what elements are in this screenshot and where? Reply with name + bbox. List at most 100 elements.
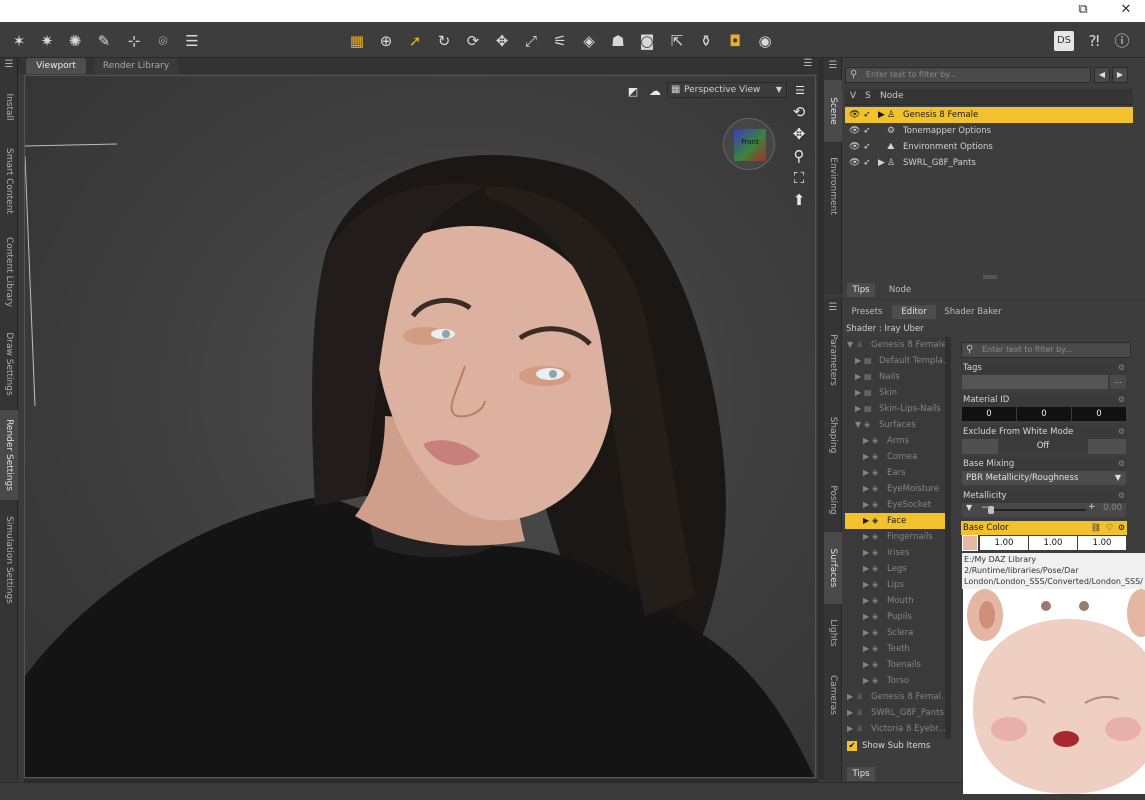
tab-editor[interactable]: Editor <box>892 305 936 319</box>
node-add-icon[interactable]: ⊹ <box>123 30 145 52</box>
show-sub-items-checkbox[interactable]: ✔ <box>847 741 857 751</box>
zoom-icon[interactable]: ⚲ <box>789 146 809 166</box>
surface-tree-item[interactable]: ▶ ◈ Torso <box>845 673 945 689</box>
surface-tree-item[interactable]: ▶ ◈ Fingernails <box>845 529 945 545</box>
expand-arrow-icon[interactable]: ▶ <box>863 561 869 577</box>
scene-row[interactable]: 👁 ➶ ▶ ♙ SWRL_G8F_Pants <box>845 155 1133 171</box>
scale-icon[interactable]: ⤢ <box>520 30 542 52</box>
surface-tree-item[interactable]: ▶ ▤ Nails <box>845 369 945 385</box>
select-arrow-icon[interactable]: ➶ <box>863 123 871 139</box>
surface-tree-item[interactable]: ▶ ▤ Default Templa... <box>845 353 945 369</box>
surface-tree-item[interactable]: ▶ ♙ Genesis 8 Femal... <box>845 689 945 705</box>
rotate-view-icon[interactable]: ↻ <box>433 30 455 52</box>
expand-arrow-icon[interactable]: ▶ <box>863 433 869 449</box>
col-selectable[interactable]: S <box>865 91 871 101</box>
tab-tips[interactable]: Tips <box>847 283 875 297</box>
scene-filter-input[interactable]: ⚲ Enter text to filter by... <box>845 67 1091 83</box>
light-toggle-icon[interactable]: ☁ <box>645 81 665 101</box>
gear-icon[interactable]: ⚙ <box>1118 457 1125 471</box>
col-node[interactable]: Node <box>880 91 904 101</box>
tab-presets[interactable]: Presets <box>845 305 889 319</box>
tags-field[interactable] <box>962 375 1108 389</box>
base-mixing-select[interactable]: PBR Metallicity/Roughness ▼ <box>962 471 1126 485</box>
expand-arrow-icon[interactable]: ▶ <box>863 481 869 497</box>
help-circle-icon[interactable]: ⓘ <box>1111 30 1133 52</box>
expand-arrow-icon[interactable]: ▶ <box>863 529 869 545</box>
expand-arrow-icon[interactable]: ▶ <box>863 673 869 689</box>
col-visible[interactable]: V <box>850 91 856 101</box>
eye-icon[interactable]: 👁 <box>849 107 860 123</box>
metallicity-slider[interactable]: ▼ − + 0.00 <box>962 502 1126 517</box>
eye-icon[interactable]: 👁 <box>849 155 860 171</box>
scene-pane-menu-icon[interactable]: ☰ <box>824 58 842 74</box>
node-pointer-icon[interactable]: ⇱ <box>666 30 688 52</box>
expand-arrow-icon[interactable]: ▶ <box>847 689 853 705</box>
universal-move-icon[interactable]: ⊕ <box>375 30 397 52</box>
expand-arrow-icon[interactable]: ▶ <box>863 657 869 673</box>
material-id-b[interactable]: 0 <box>1072 407 1126 421</box>
select-arrow-icon[interactable]: ➶ <box>863 107 871 123</box>
select-arrow-icon[interactable]: ➶ <box>863 139 871 155</box>
expand-arrow-icon[interactable]: ▶ <box>855 401 861 417</box>
surface-tree-item[interactable]: ▶ ◈ Arms <box>845 433 945 449</box>
expand-arrow-icon[interactable]: ▶ <box>863 641 869 657</box>
surface-tree-item[interactable]: ▶ ▤ Skin <box>845 385 945 401</box>
spark-circle-icon[interactable]: ✺ <box>64 30 86 52</box>
tree-scrollbar[interactable] <box>945 337 951 739</box>
tab-shader-baker[interactable]: Shader Baker <box>940 305 1006 319</box>
tab-render-settings[interactable]: Render Settings <box>0 410 18 500</box>
viewport-menu-icon[interactable]: ☰ <box>801 58 815 72</box>
tab-simulation-settings[interactable]: Simulation Settings <box>0 504 18 616</box>
surface-tree-item[interactable]: ▶ ▤ Skin-Lips-Nails <box>845 401 945 417</box>
scene-row[interactable]: 👁 ➶ ▶ ♙ Genesis 8 Female <box>845 107 1133 123</box>
spark-star-icon[interactable]: ✷ <box>36 30 58 52</box>
expand-arrow-icon[interactable]: ▶ <box>863 577 869 593</box>
tab-tips-bottom[interactable]: Tips <box>847 767 875 781</box>
exclude-white-mode-toggle[interactable]: Off <box>962 439 1126 454</box>
heart-icon[interactable]: ♡ <box>1106 521 1113 535</box>
collapse-arrow-icon[interactable]: ▼ <box>855 417 861 433</box>
pane-menu-icon[interactable]: ☰ <box>0 58 18 72</box>
select-arrow-icon[interactable]: ➶ <box>863 155 871 171</box>
surface-tree-item[interactable]: ▶ ◈ Toenails <box>845 657 945 673</box>
gear-icon[interactable]: ⚙ <box>1118 425 1125 439</box>
figure-setup-icon[interactable]: ☗ <box>607 30 629 52</box>
tab-lights[interactable]: Lights <box>824 606 842 660</box>
tab-viewport[interactable]: Viewport <box>26 58 86 74</box>
gold-render-icon[interactable]: ◘ <box>724 30 746 52</box>
tab-cameras[interactable]: Cameras <box>824 662 842 728</box>
view-cube[interactable]: Front <box>723 118 775 170</box>
scene-next-button[interactable]: ▶ <box>1112 67 1128 83</box>
surface-tree-item[interactable]: ▼ ◈ Surfaces <box>845 417 945 433</box>
surface-tree-item[interactable]: ▶ ◈ Mouth <box>845 593 945 609</box>
expand-arrow-icon[interactable]: ▶ <box>855 353 861 369</box>
node-select-icon[interactable]: ⌾ <box>152 30 174 52</box>
perspective-view-dropdown[interactable]: ▦ Perspective View ▼ <box>667 82 787 98</box>
base-color-b[interactable]: 1.00 <box>1078 536 1126 550</box>
base-color-g[interactable]: 1.00 <box>1029 536 1077 550</box>
expand-arrow-icon[interactable]: ▶ <box>847 705 853 721</box>
close-window-icon[interactable]: ✕ <box>1118 2 1134 18</box>
tab-surfaces[interactable]: Surfaces <box>824 532 842 604</box>
expand-arrow-icon[interactable]: ▶ <box>855 369 861 385</box>
link-icon[interactable]: ⛓ <box>1091 521 1101 535</box>
chevron-down-icon[interactable]: ▼ <box>966 503 972 512</box>
tab-environment[interactable]: Environment <box>824 144 842 228</box>
viewport-options-icon[interactable]: ☰ <box>790 81 810 101</box>
restore-window-icon[interactable]: ⧉ <box>1075 2 1091 18</box>
grid-tool-icon[interactable]: ▦ <box>346 30 368 52</box>
surfaces-pane-menu-icon[interactable]: ☰ <box>824 300 842 316</box>
surface-tree-item[interactable]: ▶ ♙ SWRL_G8F_Pants <box>845 705 945 721</box>
joint-editor-icon[interactable]: ⚟ <box>549 30 571 52</box>
camera-render-icon[interactable]: ◙ <box>636 30 658 52</box>
pan-icon[interactable]: ✥ <box>789 124 809 144</box>
surface-tree-item[interactable]: ▶ ♙ Victoria 8 Eyebr... <box>845 721 945 737</box>
expand-arrow-icon[interactable]: ▶ <box>878 107 885 123</box>
surface-tree-item[interactable]: ▶ ◈ Teeth <box>845 641 945 657</box>
list-align-icon[interactable]: ☰ <box>181 30 203 52</box>
pointer-icon[interactable]: ➚ <box>404 30 426 52</box>
gear-icon[interactable]: ⚙ <box>1118 393 1125 407</box>
slider-knob[interactable] <box>988 506 994 514</box>
surface-selection-icon[interactable]: ⚱ <box>695 30 717 52</box>
reset-view-icon[interactable]: ⬆ <box>789 190 809 210</box>
